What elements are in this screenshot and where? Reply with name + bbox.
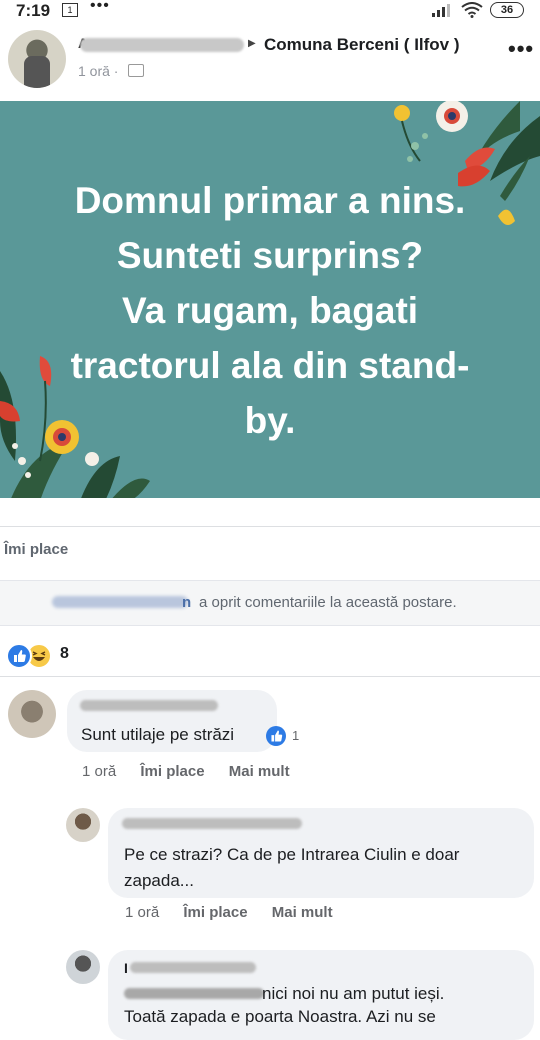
divider <box>0 676 540 677</box>
commenter-name-redacted[interactable] <box>80 700 218 711</box>
comment-timestamp[interactable]: 1 oră <box>82 763 116 780</box>
reaction-count[interactable]: 8 <box>60 645 69 663</box>
comment-more-button[interactable]: Mai mult <box>272 904 333 921</box>
group-name-link[interactable]: Comuna Berceni ( Ilfov ) <box>264 35 460 55</box>
banner-line: Va rugam, bagati <box>121 290 419 331</box>
comment-like-button[interactable]: Îmi place <box>183 904 247 921</box>
comment-timestamp[interactable]: 1 oră <box>125 904 159 921</box>
wifi-icon <box>461 2 483 18</box>
arrow-right-icon: ▶ <box>248 38 256 49</box>
divider <box>0 526 540 527</box>
commenter-name[interactable]: I <box>124 955 128 981</box>
battery-icon: 36 <box>490 2 524 18</box>
commenter-name-redacted[interactable] <box>122 818 302 829</box>
commenter-avatar[interactable] <box>66 808 100 842</box>
comment-like-button[interactable]: Îmi place <box>140 763 204 780</box>
comment-text: Sunt utilaje pe străzi <box>81 725 235 744</box>
post-more-button[interactable]: ••• <box>508 36 534 62</box>
banner-line: tractorul ala din stand- <box>70 345 470 386</box>
author-avatar[interactable] <box>8 30 66 88</box>
comment-meta: 1 oră Îmi place Mai mult <box>82 763 310 780</box>
status-time: 7:19 <box>16 1 51 20</box>
banner-line: Sunteti surprins? <box>116 235 424 276</box>
banner-line: Domnul primar a nins. <box>74 180 466 221</box>
admin-name-redacted <box>52 596 188 608</box>
status-bar: 7:19 1 ••• 36 <box>0 0 540 20</box>
commenter-avatar[interactable] <box>66 950 100 984</box>
post-banner-text: Domnul primar a nins. Sunteti surprins? … <box>20 173 520 448</box>
comments-disabled-notice: n a oprit comentariile la această postar… <box>0 580 540 626</box>
group-privacy-icon <box>128 64 144 77</box>
comment-text: Pe ce strazi? Ca de pe Intrarea Ciulin e… <box>124 845 460 890</box>
signal-icon <box>432 4 450 17</box>
post-timestamp[interactable]: 1 oră · <box>78 63 118 79</box>
comments-disabled-message: a oprit comentariile la această postare. <box>199 594 457 611</box>
comment-more-button[interactable]: Mai mult <box>229 763 290 780</box>
tagged-name-redacted[interactable] <box>124 988 264 999</box>
like-reaction-icon[interactable] <box>6 643 32 669</box>
commenter-avatar[interactable] <box>8 690 56 738</box>
author-name-redacted <box>80 38 244 52</box>
comment-like-reaction-icon[interactable] <box>266 726 286 746</box>
banner-line: by. <box>244 400 296 441</box>
post-background-banner: Domnul primar a nins. Sunteti surprins? … <box>0 101 540 498</box>
comment-text-line: Toată zapada e poarta Noastra. Azi nu se <box>124 1007 436 1026</box>
sim-icon: 1 <box>62 3 78 17</box>
post-header: A ▶ Comuna Berceni ( Ilfov ) 1 oră · ••• <box>0 26 540 92</box>
commenter-name-redacted[interactable] <box>130 962 256 973</box>
notification-dots-icon: ••• <box>90 0 110 14</box>
like-button[interactable]: Îmi place <box>4 541 68 558</box>
comment-meta: 1 oră Îmi place Mai mult <box>125 904 353 921</box>
comment-reaction-count[interactable]: 1 <box>292 728 299 743</box>
admin-name-link[interactable]: n <box>182 581 191 625</box>
